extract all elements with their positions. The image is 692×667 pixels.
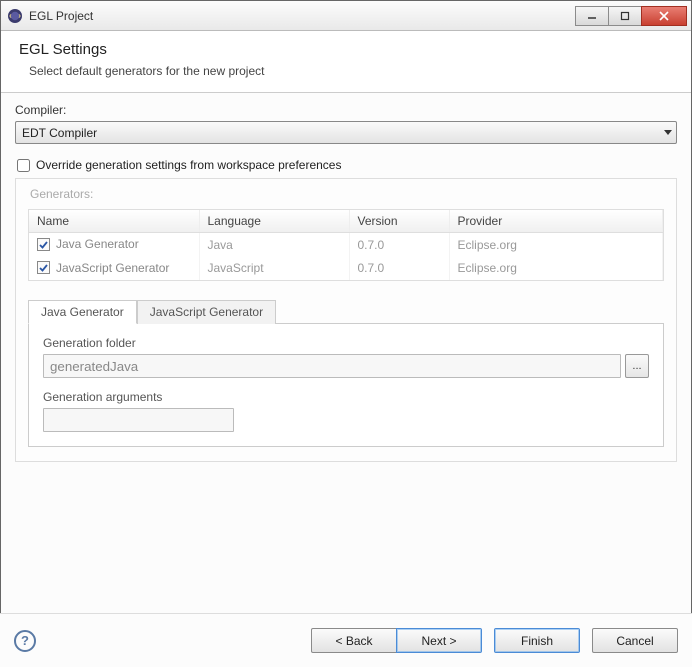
wizard-body: Compiler: EDT Compiler Override generati… <box>1 93 691 613</box>
wizard-header: EGL Settings Select default generators f… <box>1 31 691 93</box>
generators-caption: Generators: <box>30 187 664 201</box>
cancel-button[interactable]: Cancel <box>592 628 678 653</box>
titlebar: EGL Project <box>1 1 691 31</box>
override-checkbox-row[interactable]: Override generation settings from worksp… <box>17 158 677 172</box>
row-provider: Eclipse.org <box>449 233 663 257</box>
close-button[interactable] <box>641 6 687 26</box>
compiler-selected: EDT Compiler <box>22 126 97 140</box>
col-version[interactable]: Version <box>349 210 449 233</box>
tab-panel: Generation folder ... Generation argumen… <box>28 324 664 447</box>
row-name: JavaScript Generator <box>56 261 169 275</box>
tab-javascript-generator[interactable]: JavaScript Generator <box>137 300 276 324</box>
back-next-group: < Back Next > <box>305 628 482 653</box>
row-checkbox[interactable] <box>37 238 50 251</box>
row-name: Java Generator <box>56 237 139 251</box>
override-checkbox[interactable] <box>17 159 30 172</box>
page-title: EGL Settings <box>19 41 671 58</box>
table-row[interactable]: Java Generator Java 0.7.0 Eclipse.org <box>29 233 663 257</box>
generation-folder-label: Generation folder <box>43 336 649 350</box>
row-version: 0.7.0 <box>349 233 449 257</box>
table-header-row: Name Language Version Provider <box>29 210 663 233</box>
window-controls <box>576 6 687 26</box>
help-icon[interactable]: ? <box>14 630 36 652</box>
generator-tabs: Java Generator JavaScript Generator <box>28 299 664 324</box>
back-button[interactable]: < Back <box>311 628 397 653</box>
chevron-down-icon <box>664 130 672 135</box>
generation-folder-input[interactable] <box>43 354 621 378</box>
col-provider[interactable]: Provider <box>449 210 663 233</box>
override-label: Override generation settings from worksp… <box>36 158 341 172</box>
row-provider: Eclipse.org <box>449 257 663 281</box>
compiler-label: Compiler: <box>15 103 677 117</box>
row-language: Java <box>199 233 349 257</box>
page-subtitle: Select default generators for the new pr… <box>29 64 671 78</box>
maximize-button[interactable] <box>608 6 642 26</box>
table-row[interactable]: JavaScript Generator JavaScript 0.7.0 Ec… <box>29 257 663 281</box>
generation-arguments-input[interactable] <box>43 408 234 432</box>
browse-button[interactable]: ... <box>625 354 649 378</box>
generators-table: Name Language Version Provider <box>28 209 664 281</box>
finish-button[interactable]: Finish <box>494 628 580 653</box>
generators-group: Generators: Name Language Version Provid… <box>15 178 677 462</box>
minimize-button[interactable] <box>575 6 609 26</box>
col-language[interactable]: Language <box>199 210 349 233</box>
row-language: JavaScript <box>199 257 349 281</box>
row-version: 0.7.0 <box>349 257 449 281</box>
col-name[interactable]: Name <box>29 210 199 233</box>
next-button[interactable]: Next > <box>396 628 482 653</box>
wizard-footer: ? < Back Next > Finish Cancel <box>0 613 692 667</box>
window-title: EGL Project <box>29 9 576 23</box>
generation-arguments-label: Generation arguments <box>43 390 649 404</box>
row-checkbox[interactable] <box>37 261 50 274</box>
eclipse-icon <box>7 8 23 24</box>
tab-java-generator[interactable]: Java Generator <box>28 300 137 324</box>
compiler-combo[interactable]: EDT Compiler <box>15 121 677 144</box>
